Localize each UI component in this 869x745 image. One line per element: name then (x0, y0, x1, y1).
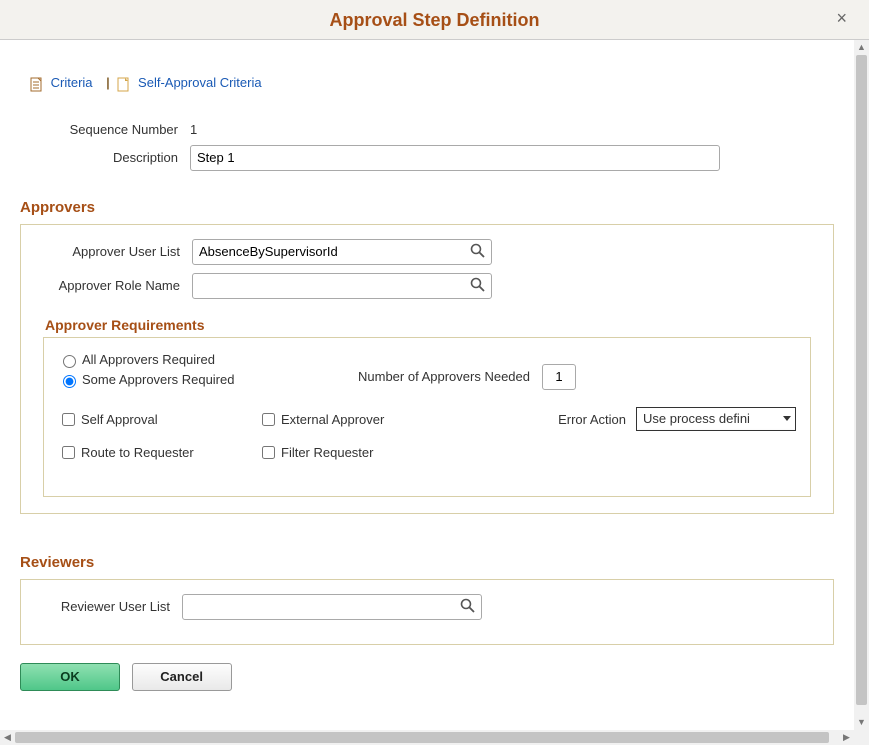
section-title-reviewers: Reviewers (20, 554, 834, 571)
label-all-approvers: All Approvers Required (82, 352, 215, 367)
label-approver-role-name: Approver Role Name (37, 278, 192, 293)
search-icon[interactable] (470, 277, 486, 294)
label-route-requester: Route to Requester (81, 445, 194, 460)
close-icon[interactable]: × (836, 8, 847, 29)
ok-button[interactable]: OK (20, 663, 120, 691)
search-icon[interactable] (470, 243, 486, 260)
vertical-scrollbar[interactable]: ▲ ▼ (854, 40, 869, 730)
input-approver-user-list[interactable] (192, 239, 492, 265)
lookup-reviewer-user-list (182, 594, 482, 620)
checkbox-filter-requester[interactable] (262, 446, 275, 459)
label-external-approver: External Approver (281, 412, 384, 427)
value-sequence-number: 1 (190, 122, 197, 137)
chevron-down-icon (783, 416, 791, 421)
scroll-right-icon[interactable]: ▶ (839, 730, 854, 745)
label-approver-user-list: Approver User List (37, 244, 192, 259)
scroll-up-icon[interactable]: ▲ (854, 40, 869, 55)
search-icon[interactable] (460, 598, 476, 615)
lookup-approver-user-list (192, 239, 492, 265)
label-description: Description (20, 150, 190, 165)
label-num-approvers: Number of Approvers Needed (358, 369, 530, 384)
scroll-area: Criteria | Self-Approval Criteria Sequen… (0, 40, 854, 730)
groupbox-reviewers: Reviewer User List (20, 579, 834, 645)
input-approver-role-name[interactable] (192, 273, 492, 299)
breadcrumb-separator: | (106, 75, 110, 90)
label-filter-requester: Filter Requester (281, 445, 373, 460)
label-some-approvers: Some Approvers Required (82, 372, 234, 387)
input-num-approvers[interactable] (542, 364, 576, 390)
link-criteria[interactable]: Criteria (51, 75, 93, 90)
label-reviewer-user-list: Reviewer User List (37, 599, 182, 614)
row-error-action: Error Action Use process defini Route to… (458, 407, 796, 431)
checkbox-self-approval[interactable] (62, 413, 75, 426)
groupbox-approvers: Approver User List Approver Role Name (20, 224, 834, 514)
label-error-action: Error Action (558, 412, 626, 427)
horizontal-scroll-thumb[interactable] (15, 732, 829, 743)
button-row: OK Cancel (20, 663, 834, 691)
radio-all-approvers[interactable] (63, 355, 76, 368)
scroll-down-icon[interactable]: ▼ (854, 715, 869, 730)
row-approver-role-name: Approver Role Name (37, 273, 817, 299)
checkbox-external-approver[interactable] (262, 413, 275, 426)
modal-title: Approval Step Definition (329, 0, 539, 40)
row-num-approvers: Number of Approvers Needed (358, 364, 576, 390)
link-self-approval-criteria[interactable]: Self-Approval Criteria (138, 75, 262, 90)
document-icon (30, 76, 43, 92)
label-self-approval: Self Approval (81, 412, 158, 427)
checkbox-route-requester[interactable] (62, 446, 75, 459)
scroll-left-icon[interactable]: ◀ (0, 730, 15, 745)
row-sequence-number: Sequence Number 1 (20, 122, 834, 137)
subsection-title-requirements: Approver Requirements (45, 317, 817, 333)
breadcrumb: Criteria | Self-Approval Criteria (30, 75, 824, 92)
modal-header: Approval Step Definition × (0, 0, 869, 40)
content: Criteria | Self-Approval Criteria Sequen… (0, 40, 854, 701)
input-reviewer-user-list[interactable] (182, 594, 482, 620)
section-title-approvers: Approvers (20, 199, 834, 216)
select-error-action[interactable]: Use process defini Route to admin on err… (636, 407, 796, 431)
horizontal-scrollbar[interactable]: ◀ ▶ (0, 730, 854, 745)
label-sequence-number: Sequence Number (20, 122, 190, 137)
row-approver-user-list: Approver User List (37, 239, 817, 265)
dropdown-error-action: Route to admin on error Route to next st… (636, 430, 796, 431)
scrollbar-corner (854, 730, 869, 745)
radio-some-approvers[interactable] (63, 375, 76, 388)
vertical-scroll-thumb[interactable] (856, 55, 867, 705)
row-reviewer-user-list: Reviewer User List (37, 594, 817, 620)
input-description[interactable] (190, 145, 720, 171)
select-error-action-value: Use process defini (643, 411, 750, 426)
groupbox-requirements: All Approvers Required Some Approvers Re… (43, 337, 811, 497)
cancel-button[interactable]: Cancel (132, 663, 232, 691)
lookup-approver-role-name (192, 273, 492, 299)
document-icon (117, 76, 130, 92)
row-description: Description (20, 145, 834, 171)
